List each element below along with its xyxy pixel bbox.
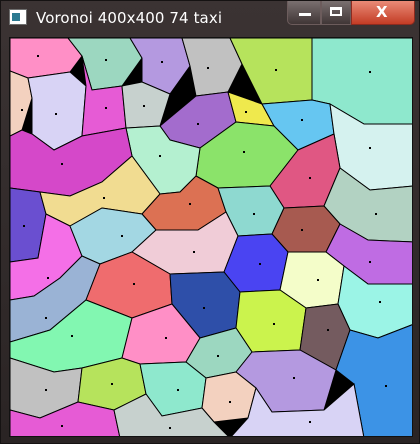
voronoi-seed-point — [385, 385, 387, 387]
voronoi-seed-point — [197, 123, 199, 125]
voronoi-seed-point — [217, 355, 219, 357]
voronoi-seed-point — [369, 71, 371, 73]
caption-buttons: X — [287, 1, 415, 25]
title-bar[interactable]: Voronoi 400x400 74 taxi X — [1, 1, 420, 39]
voronoi-seed-point — [61, 425, 63, 427]
voronoi-seed-point — [143, 105, 145, 107]
voronoi-seed-point — [21, 109, 23, 111]
voronoi-seed-point — [121, 235, 123, 237]
voronoi-seed-point — [309, 421, 311, 423]
voronoi-seed-point — [71, 335, 73, 337]
voronoi-seed-point — [301, 229, 303, 231]
voronoi-seed-point — [47, 277, 49, 279]
voronoi-seed-point — [23, 225, 25, 227]
voronoi-seed-point — [309, 177, 311, 179]
voronoi-canvas — [9, 37, 413, 437]
voronoi-seed-point — [369, 261, 371, 263]
voronoi-seed-point — [37, 55, 39, 57]
voronoi-seed-point — [253, 213, 255, 215]
voronoi-seed-point — [273, 323, 275, 325]
voronoi-seed-point — [243, 151, 245, 153]
voronoi-seed-point — [165, 337, 167, 339]
minimize-button[interactable] — [287, 1, 321, 25]
voronoi-seed-point — [293, 377, 295, 379]
voronoi-seed-point — [207, 67, 209, 69]
voronoi-seed-point — [189, 203, 191, 205]
voronoi-seed-point — [111, 383, 113, 385]
voronoi-seed-point — [103, 197, 105, 199]
voronoi-seed-point — [177, 389, 179, 391]
voronoi-seed-point — [275, 69, 277, 71]
voronoi-seed-point — [259, 263, 261, 265]
voronoi-seed-point — [327, 329, 329, 331]
voronoi-seed-point — [105, 59, 107, 61]
voronoi-drawing — [10, 38, 412, 436]
voronoi-seed-point — [193, 251, 195, 253]
voronoi-cells — [10, 38, 412, 436]
minimize-icon — [299, 13, 311, 16]
voronoi-seed-point — [375, 213, 377, 215]
voronoi-seed-point — [229, 401, 231, 403]
voronoi-window: Voronoi 400x400 74 taxi X — [0, 0, 420, 444]
voronoi-seed-point — [203, 307, 205, 309]
voronoi-seed-point — [45, 317, 47, 319]
voronoi-seed-point — [169, 427, 171, 429]
voronoi-seed-point — [105, 107, 107, 109]
voronoi-seed-point — [45, 389, 47, 391]
voronoi-seed-point — [379, 301, 381, 303]
voronoi-seed-point — [159, 155, 161, 157]
close-button[interactable]: X — [351, 1, 415, 25]
voronoi-seed-point — [245, 111, 247, 113]
voronoi-seed-point — [317, 279, 319, 281]
maximize-button[interactable] — [321, 1, 351, 25]
close-icon: X — [376, 3, 388, 21]
voronoi-seed-point — [301, 119, 303, 121]
voronoi-seed-point — [61, 163, 63, 165]
voronoi-seed-point — [161, 61, 163, 63]
app-icon — [9, 9, 27, 25]
maximize-icon — [330, 7, 342, 16]
voronoi-seed-point — [55, 113, 57, 115]
voronoi-seed-point — [369, 147, 371, 149]
voronoi-seed-point — [133, 283, 135, 285]
window-title: Voronoi 400x400 74 taxi — [36, 9, 223, 27]
